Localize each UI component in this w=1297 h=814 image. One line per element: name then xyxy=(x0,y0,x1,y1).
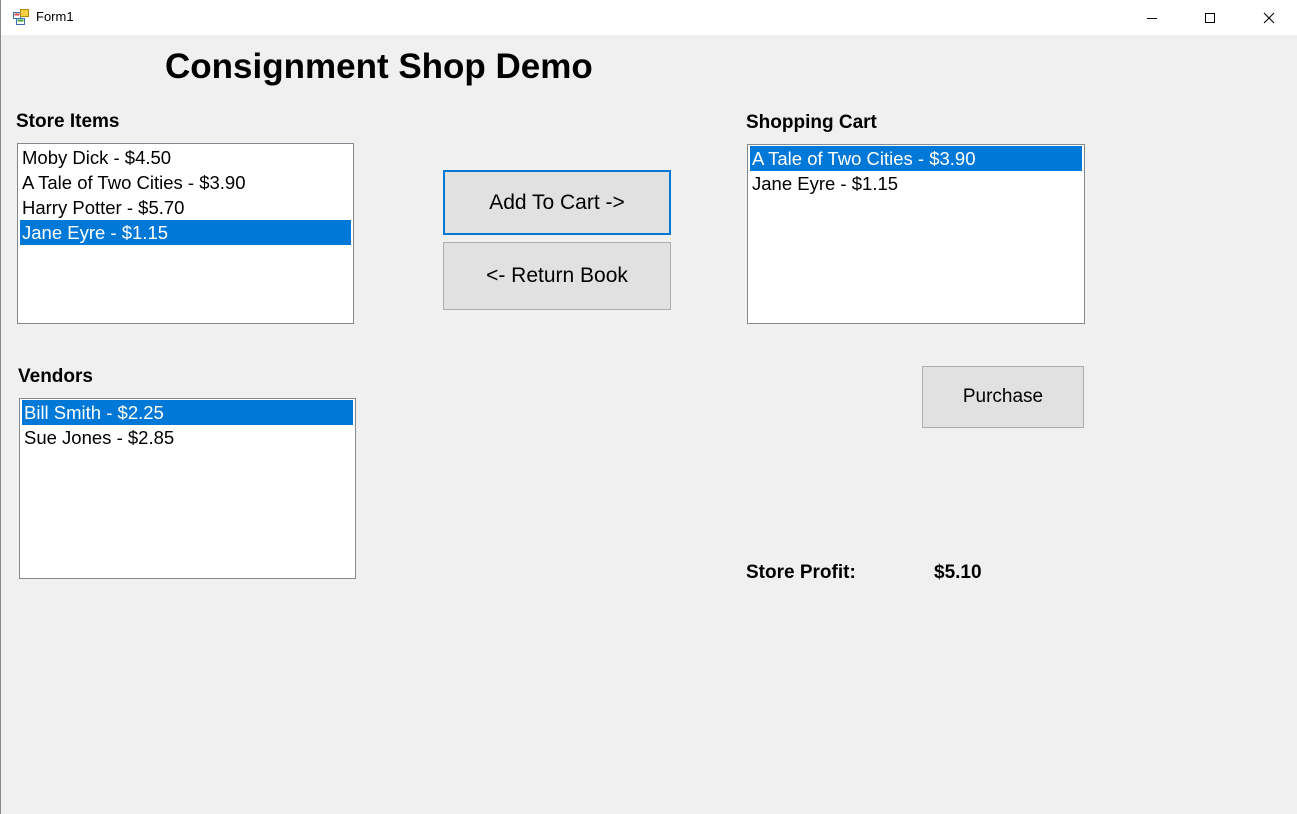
store-items-label: Store Items xyxy=(16,111,120,132)
shopping-cart-listbox[interactable]: A Tale of Two Cities - $3.90 Jane Eyre -… xyxy=(747,144,1085,324)
list-item-selected[interactable]: Jane Eyre - $1.15 xyxy=(20,220,351,245)
store-items-listbox[interactable]: Moby Dick - $4.50 A Tale of Two Cities -… xyxy=(17,143,354,324)
winforms-app-icon xyxy=(13,9,29,25)
title-bar[interactable]: Form1 xyxy=(1,0,1297,35)
store-profit-value: $5.10 xyxy=(934,562,982,583)
close-icon xyxy=(1263,12,1275,24)
maximize-icon xyxy=(1204,12,1216,24)
purchase-button[interactable]: Purchase xyxy=(922,366,1084,428)
minimize-button[interactable] xyxy=(1123,0,1181,35)
return-book-button[interactable]: <- Return Book xyxy=(443,242,671,310)
form-window: Form1 Consignment Shop Demo Store Items … xyxy=(0,0,1297,814)
close-button[interactable] xyxy=(1240,0,1297,35)
window-title: Form1 xyxy=(36,9,74,24)
vendors-label: Vendors xyxy=(18,366,93,387)
list-item[interactable]: Jane Eyre - $1.15 xyxy=(750,171,1082,196)
shopping-cart-label: Shopping Cart xyxy=(746,112,877,133)
list-item[interactable]: Sue Jones - $2.85 xyxy=(22,425,353,450)
maximize-button[interactable] xyxy=(1181,0,1239,35)
list-item-selected[interactable]: A Tale of Two Cities - $3.90 xyxy=(750,146,1082,171)
page-title: Consignment Shop Demo xyxy=(165,47,593,86)
add-to-cart-button[interactable]: Add To Cart -> xyxy=(443,170,671,235)
list-item[interactable]: A Tale of Two Cities - $3.90 xyxy=(20,170,351,195)
store-profit-label: Store Profit: xyxy=(746,562,856,583)
list-item[interactable]: Harry Potter - $5.70 xyxy=(20,195,351,220)
vendors-listbox[interactable]: Bill Smith - $2.25 Sue Jones - $2.85 xyxy=(19,398,356,579)
minimize-icon xyxy=(1146,12,1158,24)
list-item[interactable]: Moby Dick - $4.50 xyxy=(20,145,351,170)
list-item-selected[interactable]: Bill Smith - $2.25 xyxy=(22,400,353,425)
